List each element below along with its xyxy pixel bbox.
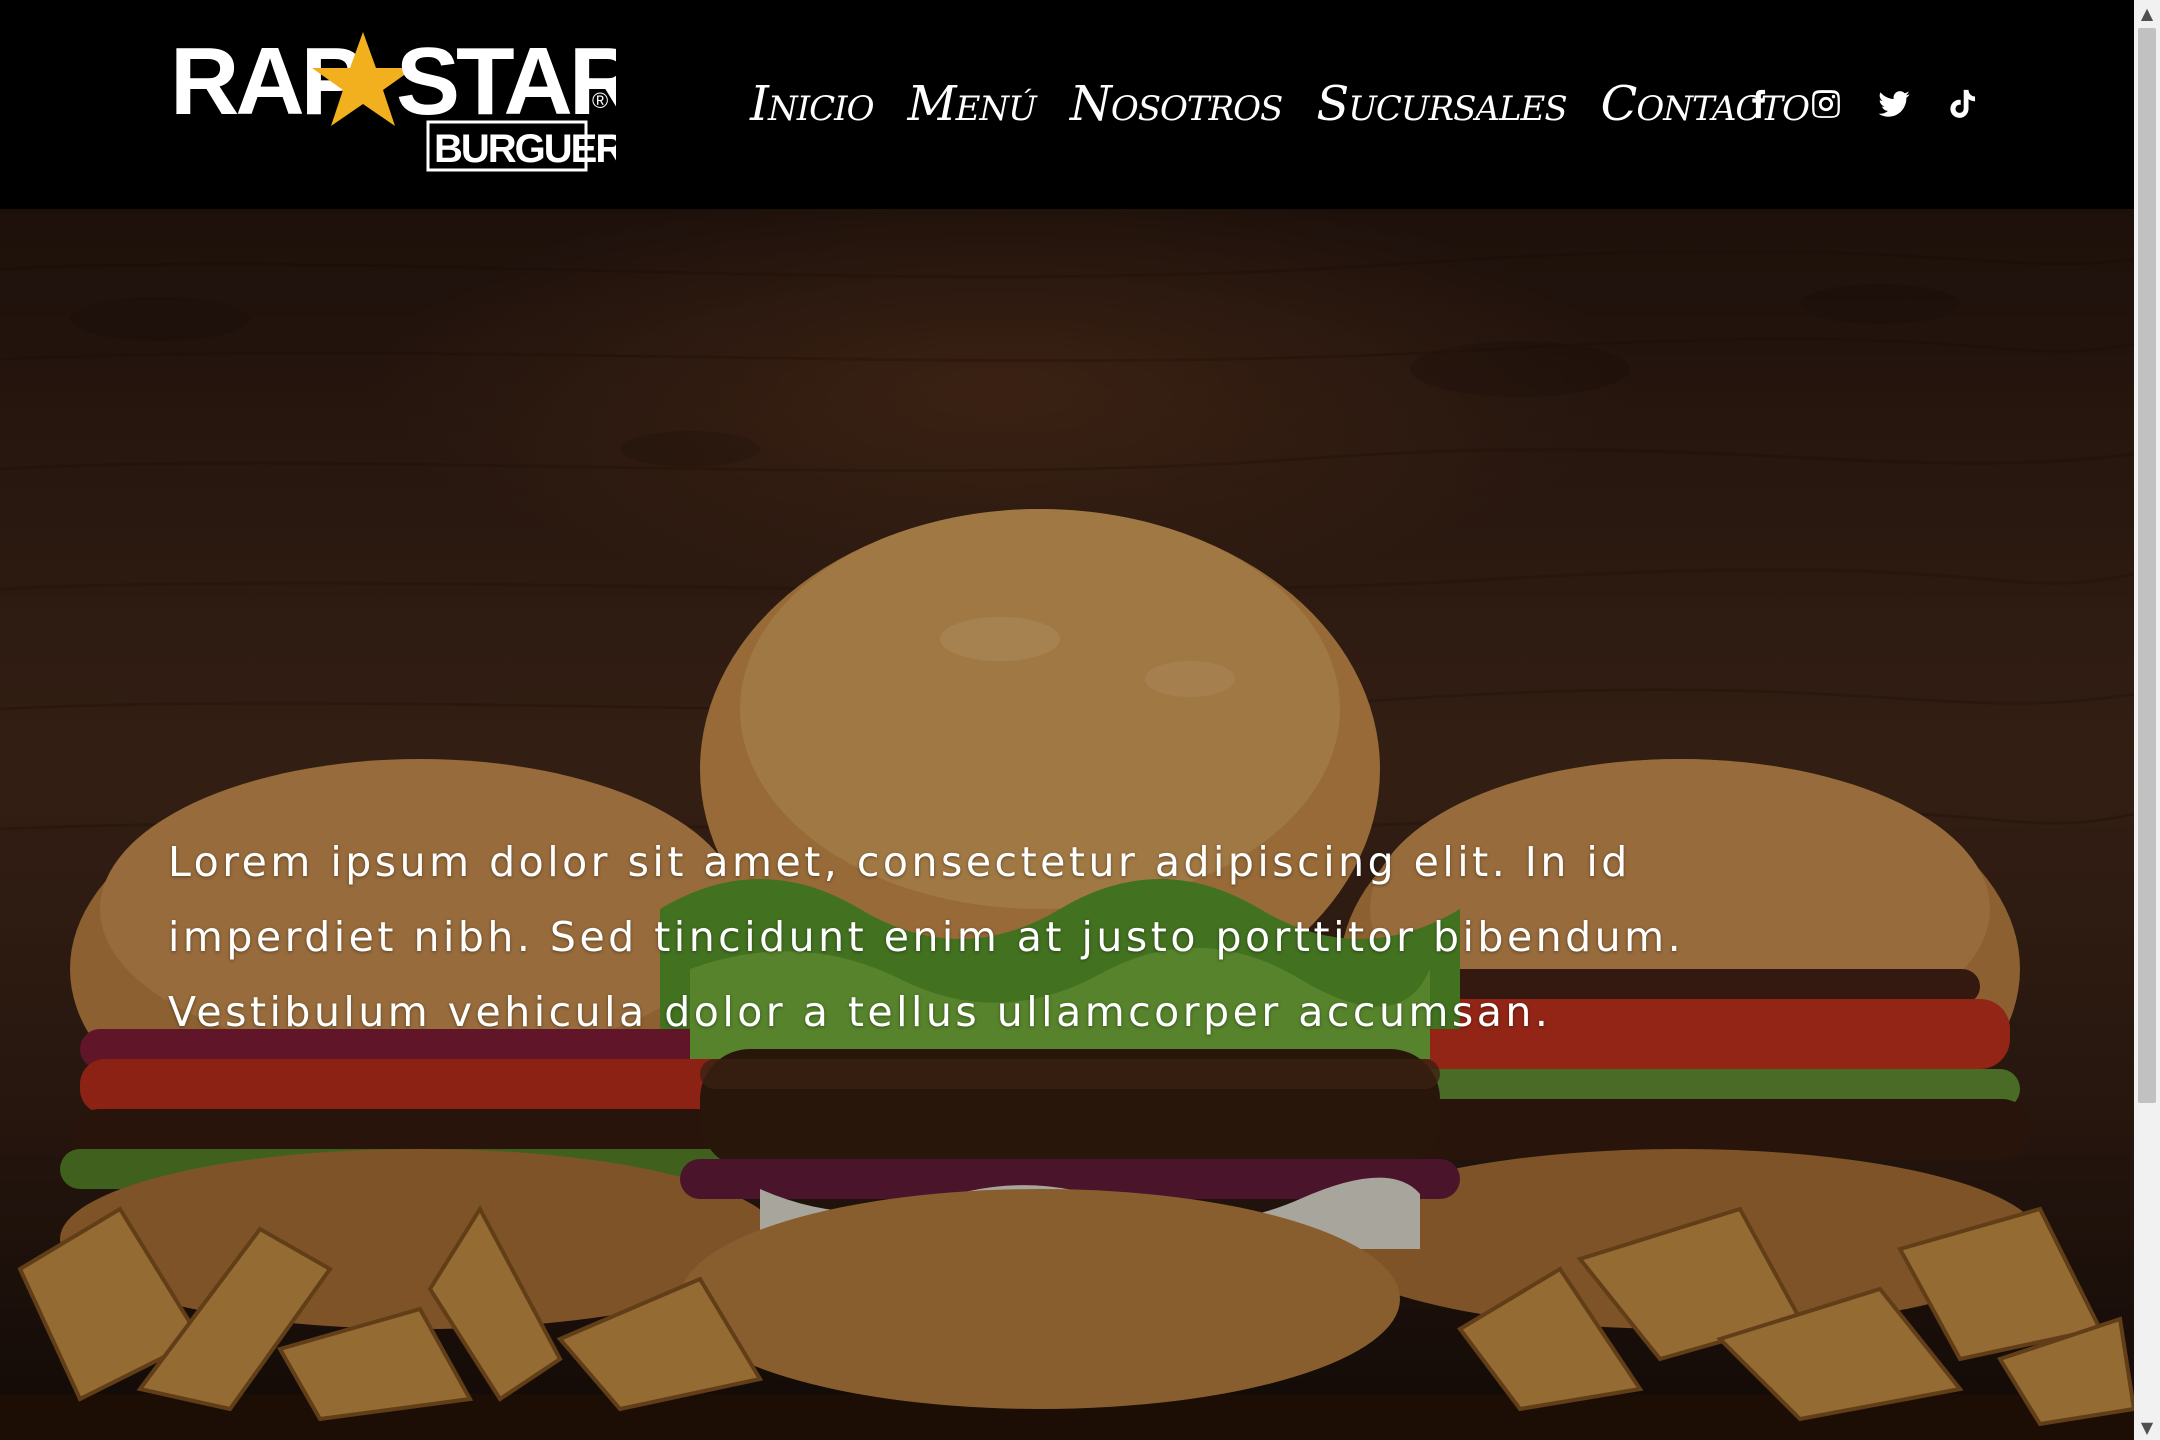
- scroll-thumb[interactable]: [2138, 28, 2156, 1103]
- logo[interactable]: RAP STAR ® BURGUERS: [170, 28, 650, 174]
- tiktok-icon: [1950, 89, 1976, 118]
- scroll-up-arrow-icon[interactable]: ▲: [2134, 0, 2160, 26]
- instagram-icon: [1812, 90, 1840, 118]
- nav-item-nosotros[interactable]: Nosotros: [1070, 74, 1283, 134]
- logo-text-star: STAR: [396, 28, 616, 135]
- site-header: RAP STAR ® BURGUERS Inicio Menú Nosotros…: [0, 0, 2134, 209]
- social-links: [1738, 84, 2010, 124]
- instagram-link[interactable]: [1806, 84, 1846, 124]
- tiktok-link[interactable]: [1942, 84, 1982, 124]
- logo-text-burguers: BURGUERS: [434, 127, 616, 171]
- twitter-link[interactable]: [1874, 84, 1914, 124]
- nav-item-menu[interactable]: Menú: [907, 74, 1036, 134]
- nav-item-inicio[interactable]: Inicio: [750, 74, 874, 134]
- hero-section: Lorem ipsum dolor sit amet, consectetur …: [0, 209, 2134, 1440]
- facebook-link[interactable]: [1738, 84, 1778, 124]
- page-scrollbar[interactable]: ▲ ▼: [2134, 0, 2160, 1440]
- logo-graphic: RAP STAR ® BURGUERS: [170, 28, 650, 172]
- nav-item-sucursales[interactable]: Sucursales: [1316, 74, 1567, 134]
- hero-text: Lorem ipsum dolor sit amet, consectetur …: [168, 838, 1685, 1036]
- scroll-down-arrow-icon[interactable]: ▼: [2134, 1414, 2160, 1440]
- facebook-icon: [1752, 89, 1766, 119]
- page: RAP STAR ® BURGUERS Inicio Menú Nosotros…: [0, 0, 2160, 1440]
- logo-registered: ®: [592, 88, 608, 113]
- main-nav: Inicio Menú Nosotros Sucursales Contacto: [750, 74, 1843, 134]
- twitter-icon: [1878, 91, 1910, 117]
